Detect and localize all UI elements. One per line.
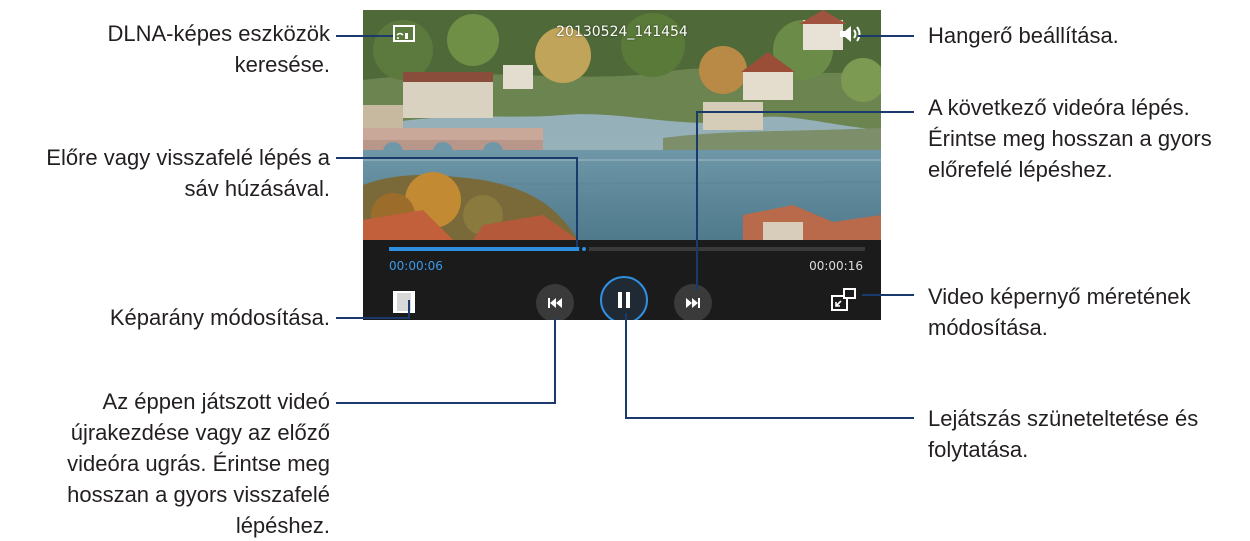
annotation-pause: Lejátszás szüneteltetése és folytatása.: [928, 406, 1199, 462]
leader-line-prev: [336, 318, 556, 404]
previous-button[interactable]: [536, 284, 574, 320]
annotation-prev: Az éppen játszott videó újrakezdése vagy…: [67, 389, 330, 538]
skip-previous-icon: [548, 298, 562, 308]
control-panel: 00:00:06 00:00:16: [363, 240, 881, 320]
seek-bar-progress: [389, 247, 585, 251]
annotation-dlna: DLNA-képes eszközök keresése.: [107, 21, 330, 77]
seek-bar-thumb[interactable]: [579, 244, 590, 254]
annotation-aspect: Képarány módosítása.: [109, 305, 330, 330]
pause-icon: [618, 292, 630, 308]
volume-button[interactable]: [837, 22, 863, 46]
annotation-volume: Hangerő beállítása.: [928, 23, 1119, 48]
elapsed-time: 00:00:06: [389, 259, 443, 273]
next-button[interactable]: [674, 284, 712, 320]
seek-bar[interactable]: [389, 244, 865, 254]
annotation-popup: Video képernyő méretének módosítása.: [928, 284, 1191, 340]
aspect-ratio-button[interactable]: [391, 289, 417, 315]
video-title: 20130524_141454: [556, 24, 688, 40]
aspect-ratio-icon: [393, 291, 415, 313]
pause-button[interactable]: [600, 276, 648, 320]
video-player-screen: 20130524_141454 00:00:06 00:00:16: [363, 10, 881, 320]
popup-screen-icon: [831, 288, 856, 311]
speaker-icon: [840, 26, 861, 42]
top-bar: 20130524_141454: [363, 10, 881, 54]
leader-line-pause: [625, 313, 914, 419]
skip-next-icon: [686, 298, 700, 308]
annotation-seek: Előre vagy visszafelé lépés a sáv húzásá…: [46, 145, 330, 201]
annotation-next: A következő videóra lépés. Érintse meg h…: [928, 95, 1212, 182]
popup-player-button[interactable]: [829, 286, 859, 314]
total-time: 00:00:16: [809, 259, 863, 273]
